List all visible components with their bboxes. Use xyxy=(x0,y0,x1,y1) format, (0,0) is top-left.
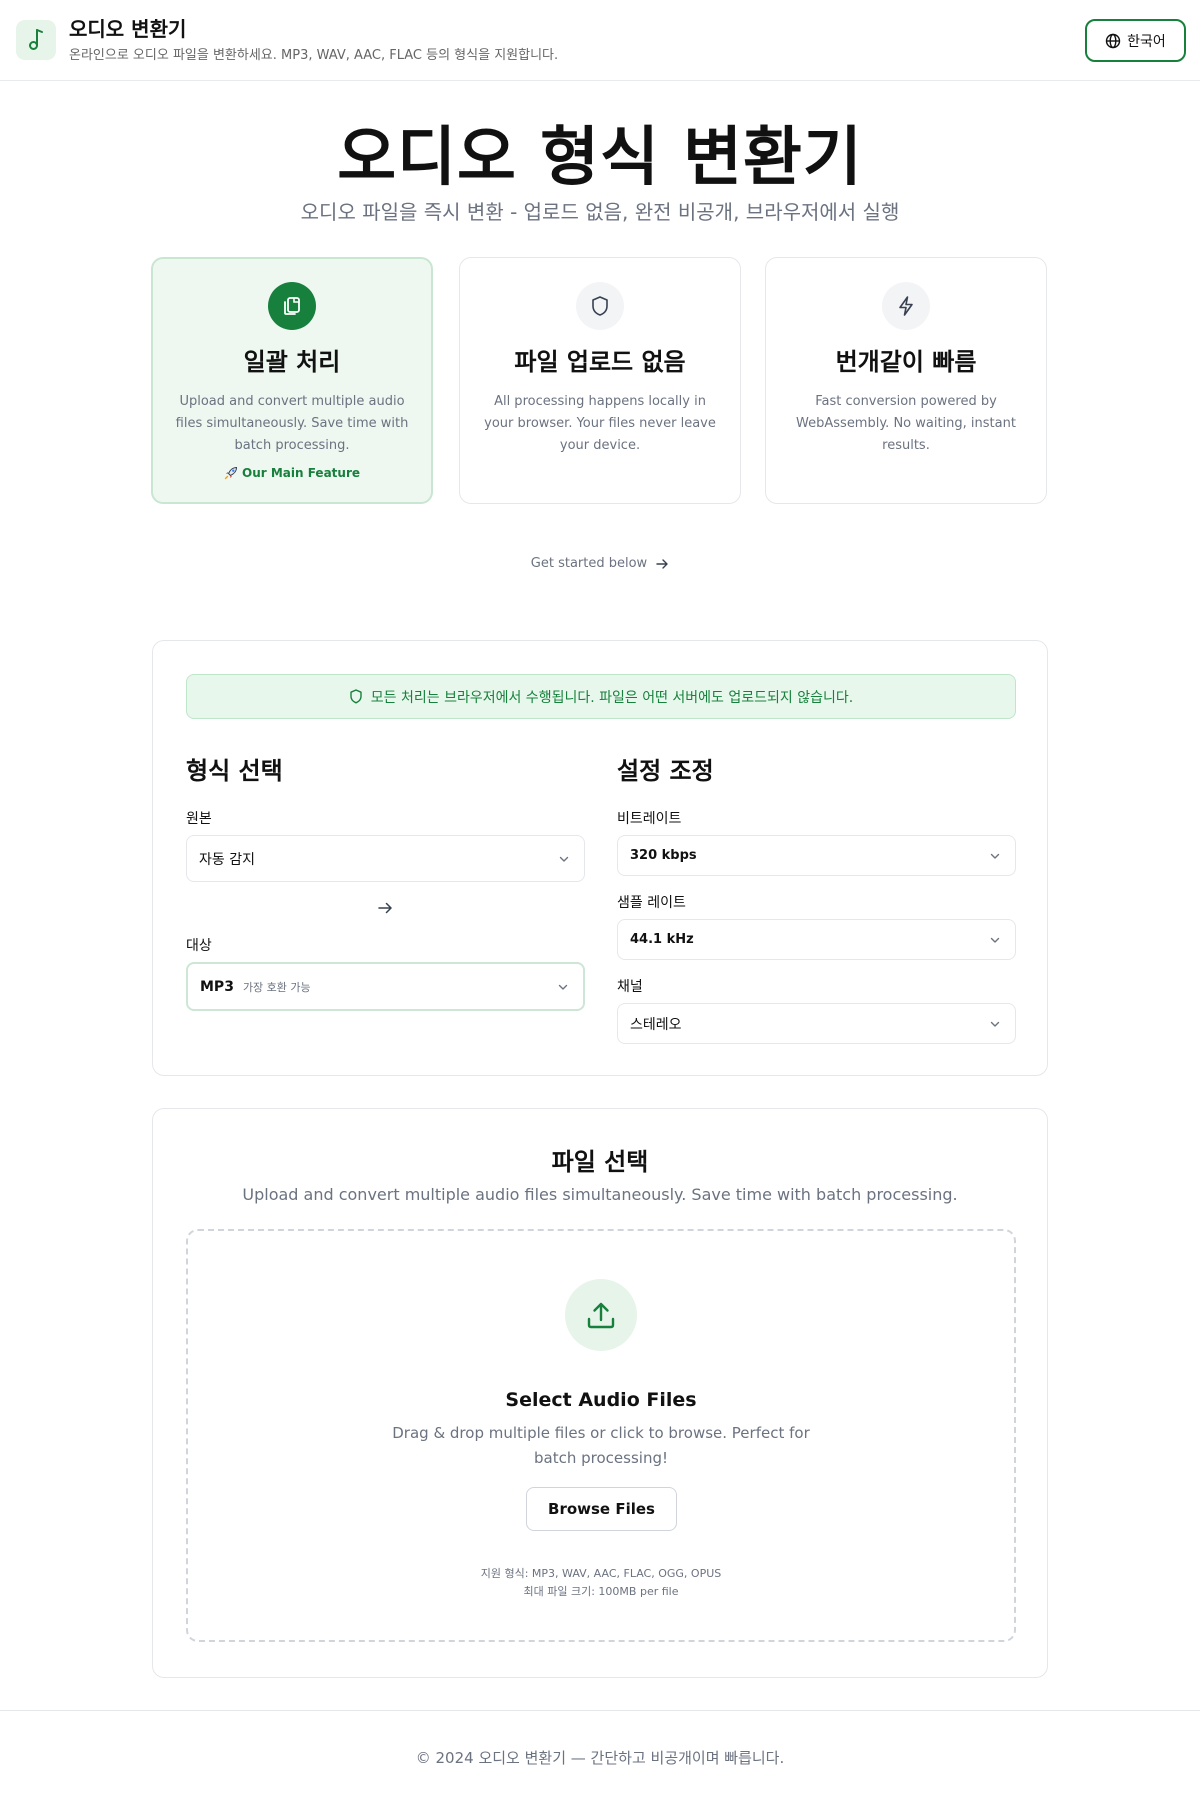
channel-select[interactable]: 스테레오 xyxy=(617,1003,1016,1044)
file-dropzone[interactable]: Select Audio Files Drag & drop multiple … xyxy=(186,1229,1016,1642)
feature-card-fast[interactable]: 번개같이 빠름 Fast conversion powered by WebAs… xyxy=(765,257,1047,504)
format-section-title: 형식 선택 xyxy=(186,757,283,785)
file-select-title: 파일 선택 xyxy=(551,1148,649,1176)
privacy-notice-text: 모든 처리는 브라우저에서 수행됩니다. 파일은 어떤 서버에도 업로드되지 않… xyxy=(370,689,854,706)
browse-files-button[interactable]: Browse Files xyxy=(526,1487,677,1531)
source-value: 자동 감지 xyxy=(199,851,255,868)
globe-icon xyxy=(1105,33,1121,48)
feature-title: 일괄 처리 xyxy=(243,348,341,376)
chevron-down-icon xyxy=(990,1021,1000,1027)
upload-icon xyxy=(587,1302,615,1329)
music-note-icon xyxy=(29,29,43,50)
settings-panel: 모든 처리는 브라우저에서 수행됩니다. 파일은 어떤 서버에도 업로드되지 않… xyxy=(152,640,1048,1076)
footer: © 2024 오디오 변환기 — 간단하고 비공개이며 빠릅니다. xyxy=(0,1710,1200,1799)
rocket-icon xyxy=(224,466,238,480)
samplerate-label: 샘플 레이트 xyxy=(617,895,686,911)
chevron-down-icon xyxy=(558,984,568,990)
supported-formats: 지원 형식: MP3, WAV, AAC, FLAC, OGG, OPUS xyxy=(480,1567,722,1580)
brand: 오디오 변환기 온라인으로 오디오 파일을 변환하세요. MP3, WAV, A… xyxy=(69,17,558,63)
arrow-right-icon xyxy=(378,902,392,914)
shield-icon xyxy=(350,689,362,704)
get-started-link[interactable]: Get started below xyxy=(0,556,1200,571)
feature-description: All processing happens locally in your b… xyxy=(484,394,716,453)
source-label: 원본 xyxy=(186,811,212,827)
source-select[interactable]: 자동 감지 xyxy=(186,835,585,882)
upload-icon-wrap xyxy=(565,1279,637,1351)
max-file-size: 최대 파일 크기: 100MB per file xyxy=(523,1585,679,1598)
samplerate-select[interactable]: 44.1 kHz xyxy=(617,919,1016,960)
feature-badge-label: Our Main Feature xyxy=(242,466,360,480)
target-label: 대상 xyxy=(186,938,212,954)
main-feature-badge: Our Main Feature xyxy=(153,466,431,480)
target-hint: 가장 호환 가능 xyxy=(242,980,311,994)
feature-description: Fast conversion powered by WebAssembly. … xyxy=(796,394,1016,453)
target-value: MP3 xyxy=(200,978,234,995)
dropzone-title: Select Audio Files xyxy=(505,1389,697,1411)
language-button[interactable]: 한국어 xyxy=(1085,19,1186,62)
logo[interactable] xyxy=(16,20,56,60)
privacy-notice: 모든 처리는 브라우저에서 수행됩니다. 파일은 어떤 서버에도 업로드되지 않… xyxy=(186,674,1016,719)
feature-title: 파일 업로드 없음 xyxy=(514,348,686,376)
hero-subtitle: 오디오 파일을 즉시 변환 - 업로드 없음, 완전 비공개, 브라우저에서 실… xyxy=(300,200,900,224)
dropzone-description-line: Drag & drop multiple files or click to b… xyxy=(392,1424,810,1442)
lightning-icon xyxy=(899,296,913,316)
dropzone-description: Drag & drop multiple files or click to b… xyxy=(188,1421,1014,1471)
chevron-down-icon xyxy=(990,853,1000,859)
feature-title: 번개같이 빠름 xyxy=(835,348,977,376)
feature-card-no-upload[interactable]: 파일 업로드 없음 All processing happens locally… xyxy=(459,257,741,504)
hero-title: 오디오 형식 변환기 xyxy=(337,121,863,195)
chevron-down-icon xyxy=(559,856,569,862)
app-title: 오디오 변환기 xyxy=(69,17,187,41)
dropzone-description-line: batch processing! xyxy=(534,1449,668,1467)
language-label: 한국어 xyxy=(1127,33,1166,50)
bitrate-select[interactable]: 320 kbps xyxy=(617,835,1016,876)
footer-text: © 2024 오디오 변환기 — 간단하고 비공개이며 빠릅니다. xyxy=(415,1749,785,1767)
get-started-label: Get started below xyxy=(530,556,648,571)
samplerate-value: 44.1 kHz xyxy=(630,932,694,947)
feature-icon-wrap xyxy=(268,282,316,330)
feature-icon-wrap xyxy=(882,282,930,330)
bitrate-label: 비트레이트 xyxy=(617,811,682,827)
arrow-right-icon xyxy=(656,558,668,569)
feature-icon-wrap xyxy=(576,282,624,330)
file-select-panel: 파일 선택 Upload and convert multiple audio … xyxy=(152,1108,1048,1678)
adjust-section-title: 설정 조정 xyxy=(617,757,714,785)
channel-value: 스테레오 xyxy=(630,1016,682,1033)
app-header: 오디오 변환기 온라인으로 오디오 파일을 변환하세요. MP3, WAV, A… xyxy=(0,0,1200,81)
files-icon xyxy=(284,297,300,315)
shield-icon xyxy=(592,296,608,316)
app-subtitle: 온라인으로 오디오 파일을 변환하세요. MP3, WAV, AAC, FLAC… xyxy=(69,48,559,63)
feature-description: Upload and convert multiple audio files … xyxy=(175,394,409,453)
channel-label: 채널 xyxy=(617,979,643,995)
feature-card-batch[interactable]: 일괄 처리 Upload and convert multiple audio … xyxy=(151,257,433,504)
file-select-subtitle: Upload and convert multiple audio files … xyxy=(242,1185,958,1204)
target-select[interactable]: MP3 가장 호환 가능 xyxy=(186,962,585,1011)
chevron-down-icon xyxy=(990,937,1000,943)
bitrate-value: 320 kbps xyxy=(630,848,697,863)
